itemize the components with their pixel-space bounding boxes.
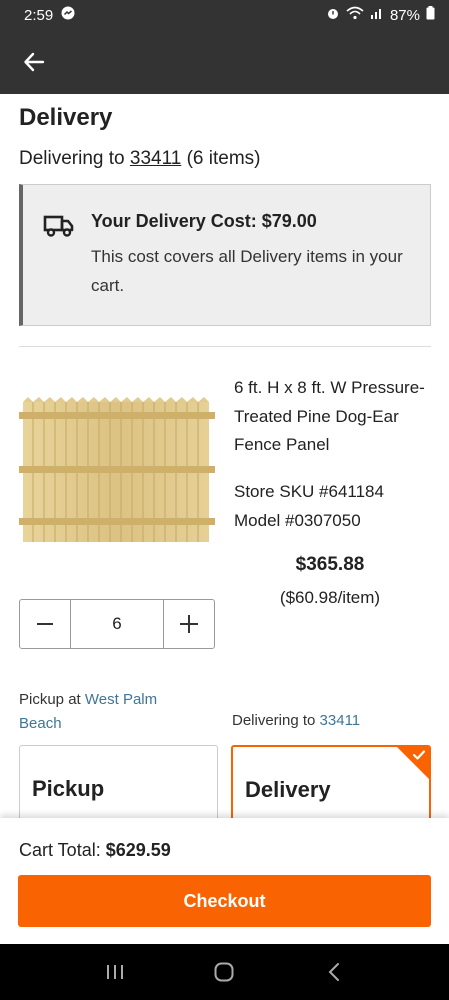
delivery-cost-description: This cost covers all Delivery items in y… [91,247,403,295]
decrease-quantity-button[interactable] [20,600,70,648]
product-name[interactable]: 6 ft. H x 8 ft. W Pressure-Treated Pine … [234,374,434,460]
section-title: Delivery [19,104,113,131]
back-button[interactable] [20,48,48,76]
signal-icon [370,6,384,24]
checkout-button[interactable]: Checkout [18,875,431,927]
delivering-to-text: Delivering to 33411 (6 items) [19,148,261,169]
status-bar: 2:59 87% [0,0,449,30]
messenger-icon [61,6,75,24]
system-back-button[interactable] [314,952,354,992]
recent-apps-icon [106,965,123,979]
battery-icon [426,6,435,24]
delivery-location-text: Delivering to 33411 [232,712,361,729]
check-icon [412,750,426,760]
model-number: Model #0307050 [234,510,361,530]
minus-icon [37,623,53,625]
system-nav-bar [0,944,449,1000]
app-bar [0,30,449,94]
quantity-input[interactable]: 6 [70,600,164,648]
status-time: 2:59 [24,6,54,24]
delivery-cost-box: Your Delivery Cost: $79.00 This cost cov… [19,184,431,326]
home-icon [214,962,234,982]
delivery-option-card[interactable]: Delivery [231,745,431,818]
divider [19,346,431,347]
delivery-zip-link[interactable]: 33411 [320,712,361,729]
zip-link[interactable]: 33411 [130,148,181,169]
cart-total: Cart Total: $629.59 [19,840,171,860]
store-sku: Store SKU #641184 [234,482,384,501]
chevron-left-icon [328,963,340,981]
pickup-location-text: Pickup at West Palm Beach [19,691,158,732]
pickup-option-label: Pickup [32,776,105,801]
delivery-option-label: Delivery [245,777,331,802]
product-unit-price: ($60.98/item) [279,588,381,607]
battery-percent: 87% [389,6,420,24]
plus-icon [180,615,198,633]
product-price: $365.88 [295,554,365,575]
recent-apps-button[interactable] [95,952,135,992]
product-image[interactable] [19,394,215,544]
scroll-content[interactable]: Delivery Delivering to 33411 (6 items) Y… [0,94,449,818]
cart-footer: Cart Total: $629.59 Checkout [0,818,449,944]
delivery-cost-title: Your Delivery Cost: $79.00 [91,211,317,231]
home-button[interactable] [204,952,244,992]
product-identifiers: Store SKU #641184 Model #0307050 [234,478,434,535]
arrow-left-icon [24,52,45,72]
increase-quantity-button[interactable] [164,600,214,648]
wifi-icon [346,6,364,24]
quantity-stepper: 6 [19,599,215,649]
truck-icon [43,215,75,242]
pickup-option-card[interactable]: Pickup [19,745,218,818]
cart-total-value: $629.59 [105,840,171,860]
alarm-icon [326,6,340,24]
